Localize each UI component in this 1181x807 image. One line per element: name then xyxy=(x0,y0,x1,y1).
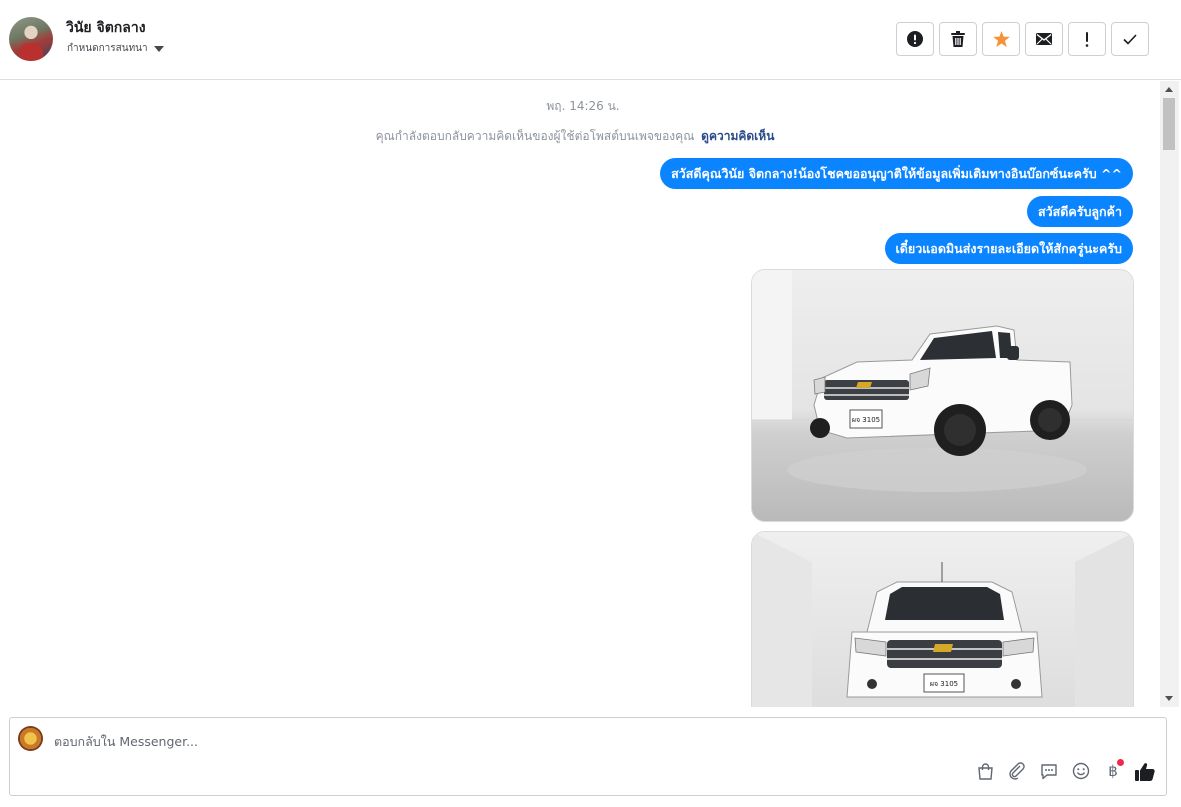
shopping-bag-button[interactable] xyxy=(974,760,996,782)
thread-scrollbar[interactable] xyxy=(1160,81,1179,707)
exclamation-icon xyxy=(1085,31,1089,47)
checkmark-icon xyxy=(1123,33,1137,45)
notification-dot xyxy=(1117,759,1124,766)
payment-button[interactable]: ฿ xyxy=(1102,759,1124,782)
star-button[interactable] xyxy=(982,22,1020,56)
sent-photo-truck-side[interactable]: ผจ 3105 xyxy=(751,269,1134,522)
scroll-down-arrow-icon[interactable] xyxy=(1165,696,1173,701)
assign-conversation-label: กำหนดการสนทนา xyxy=(67,42,148,54)
pickup-truck-image: ผจ 3105 xyxy=(752,270,1133,521)
page-avatar xyxy=(18,726,43,751)
saved-reply-button[interactable] xyxy=(1038,760,1060,782)
contact-avatar[interactable] xyxy=(9,17,53,61)
conversation-toolbar xyxy=(896,22,1149,56)
attach-file-button[interactable] xyxy=(1006,760,1028,782)
trash-icon xyxy=(951,31,965,47)
sent-message-bubble[interactable]: เดี๋ยวแอดมินส่งรายละเอียดให้สักครู่นะครั… xyxy=(884,233,1133,264)
send-like-button[interactable] xyxy=(1134,760,1156,782)
envelope-icon xyxy=(1036,33,1052,45)
emoji-button[interactable] xyxy=(1070,760,1092,782)
pickup-truck-image: ผจ 3105 xyxy=(752,532,1133,707)
license-plate: ผจ 3105 xyxy=(930,680,958,688)
license-plate: ผจ 3105 xyxy=(852,416,880,424)
comment-reply-notice: คุณกำลังตอบกลับความคิดเห็นของผู้ใช้ต่อโพ… xyxy=(0,127,1150,146)
star-icon xyxy=(992,31,1010,47)
mark-unread-button[interactable] xyxy=(1025,22,1063,56)
reply-input[interactable] xyxy=(54,731,954,751)
baht-payment-icon: ฿ xyxy=(1108,762,1118,780)
message-timestamp: พฤ. 14:26 น. xyxy=(546,99,620,113)
scroll-thumb[interactable] xyxy=(1163,98,1175,150)
comment-reply-notice-text: คุณกำลังตอบกลับความคิดเห็นของผู้ใช้ต่อโพ… xyxy=(375,129,695,143)
delete-button[interactable] xyxy=(939,22,977,56)
follow-up-button[interactable] xyxy=(1068,22,1106,56)
view-comment-link[interactable]: ดูความคิดเห็น xyxy=(701,129,774,143)
alert-circle-icon xyxy=(907,31,923,47)
sent-message-bubble[interactable]: สวัสดีครับลูกค้า xyxy=(1026,196,1133,227)
report-spam-button[interactable] xyxy=(896,22,934,56)
shopping-bag-icon xyxy=(977,762,993,780)
contact-name[interactable]: วินัย จิตกลาง xyxy=(66,17,146,39)
reply-composer: ฿ xyxy=(9,717,1167,796)
assign-conversation-dropdown[interactable]: กำหนดการสนทนา xyxy=(67,41,164,55)
composer-tools: ฿ xyxy=(974,759,1156,782)
conversation-header: วินัย จิตกลาง กำหนดการสนทนา xyxy=(0,0,1181,80)
scroll-up-arrow-icon[interactable] xyxy=(1165,87,1173,92)
emoji-icon xyxy=(1072,762,1090,780)
inbox-conversation: วินัย จิตกลาง กำหนดการสนทนา พฤ. 14:26 น.… xyxy=(0,0,1181,807)
sent-message-bubble[interactable]: สวัสดีคุณวินัย จิตกลาง!น้องโชคขออนุญาติใ… xyxy=(660,158,1133,189)
paperclip-icon xyxy=(1009,762,1025,780)
saved-reply-icon xyxy=(1041,763,1057,779)
caret-down-icon xyxy=(153,45,164,52)
thumbs-up-icon xyxy=(1135,762,1155,781)
mark-done-button[interactable] xyxy=(1111,22,1149,56)
message-thread: พฤ. 14:26 น. คุณกำลังตอบกลับความคิดเห็นข… xyxy=(0,81,1160,707)
sent-photo-truck-front[interactable]: ผจ 3105 xyxy=(751,531,1134,707)
